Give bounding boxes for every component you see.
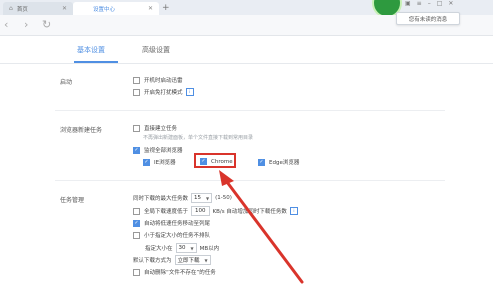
back-icon[interactable]: ‹ [4, 18, 8, 31]
option-label: 监视全部浏览器 [144, 148, 183, 154]
tab-home[interactable]: ⌂ 首页 ✕ [3, 2, 73, 15]
message-tooltip: 您有未读的消息 [396, 12, 460, 25]
checkbox[interactable]: ✓ [133, 219, 140, 227]
size-select[interactable]: 30 ▼ [175, 243, 197, 253]
select-value: 30 [178, 245, 186, 251]
browser-ie-option[interactable]: ✓ IE浏览器 [143, 158, 176, 166]
select-value: 15 [194, 195, 202, 201]
checkbox[interactable] [133, 124, 140, 132]
move-low-speed-option[interactable]: ✓ 自动将低速任务移动至列尾 [133, 219, 210, 227]
max-downloads-row: 同时下载的最大任务数 15 ▼ (1-50) [133, 193, 232, 203]
close-window-icon[interactable]: ✕ [448, 0, 459, 7]
direct-task-hint: 不再弹出新建面板，单个文件直接下载到常用目录 [143, 135, 254, 141]
close-icon[interactable]: ✕ [148, 5, 153, 12]
checkbox[interactable] [133, 207, 140, 215]
option-label: 开机时启动迅雷 [144, 78, 183, 84]
browser-edge-option[interactable]: ✓ Edge浏览器 [258, 158, 299, 166]
auto-delete-option[interactable]: 自动删除“文件不存在”的任务 [133, 268, 216, 276]
size-suffix: MB以内 [199, 246, 220, 252]
message-icon[interactable]: ▣ [405, 0, 417, 7]
select-value: 立即下载 [177, 258, 200, 264]
section-startup-title: 启动 [60, 79, 73, 86]
speed-limit-row[interactable]: 全局下载速度低于 100 KB/s 自动增加同时下载任务数 i [133, 206, 298, 216]
chevron-down-icon: ▼ [204, 257, 208, 263]
startup-option-dnd[interactable]: 开启免打扰模式 i [133, 88, 194, 96]
menu-icon[interactable]: ≡ [417, 0, 428, 7]
close-icon[interactable]: ✕ [62, 5, 67, 12]
option-label: IE浏览器 [154, 160, 176, 166]
monitor-browsers-option[interactable]: ✓ 监视全部浏览器 [133, 146, 183, 154]
checkbox[interactable]: ✓ [143, 158, 150, 166]
info-icon[interactable]: i [289, 207, 298, 215]
new-tab-icon[interactable]: + [162, 3, 170, 13]
refresh-icon[interactable]: ↻ [42, 18, 51, 31]
chevron-down-icon: ▼ [190, 245, 194, 251]
checkbox[interactable]: ✓ [133, 146, 140, 154]
option-label: 开启免打扰模式 [144, 90, 183, 96]
window-controls: ▣≡–□✕ [405, 0, 459, 7]
startup-option-autostart[interactable]: 开机时启动迅雷 [133, 76, 183, 84]
checkbox[interactable] [133, 268, 140, 276]
max-downloads-range: (1-50) [215, 195, 232, 201]
chrome-highlight-box [194, 153, 236, 168]
maximize-icon[interactable]: □ [437, 0, 449, 7]
option-label: 直接建立任务 [144, 126, 178, 132]
tab-settings-center[interactable]: 设置中心 ✕ [73, 2, 159, 15]
tab-settings-label: 设置中心 [93, 6, 116, 13]
section-task-mgmt-title: 任务管理 [60, 197, 85, 204]
chevron-down-icon: ▼ [206, 195, 210, 201]
option-label: 自动将低速任务移动至列尾 [144, 221, 211, 227]
size-limit-row: 指定大小在 30 ▼ MB以内 [145, 243, 219, 253]
tab-advanced-settings[interactable]: 高级设置 [142, 45, 170, 55]
checkbox[interactable]: ✓ [258, 158, 265, 166]
option-label: 小于指定大小的任务不排队 [144, 233, 211, 239]
checkbox[interactable] [133, 76, 140, 84]
max-downloads-select[interactable]: 15 ▼ [191, 193, 213, 203]
default-mode-label: 默认下载方式为 [133, 258, 172, 264]
direct-task-option[interactable]: 直接建立任务 [133, 124, 177, 132]
tab-basic-settings[interactable]: 基本设置 [77, 45, 105, 55]
default-mode-select[interactable]: 立即下载 ▼ [174, 255, 211, 265]
home-icon: ⌂ [9, 5, 13, 12]
default-mode-row: 默认下载方式为 立即下载 ▼ [133, 255, 214, 265]
section-divider [55, 180, 445, 181]
max-downloads-label: 同时下载的最大任务数 [133, 196, 189, 202]
checkbox[interactable] [133, 88, 140, 96]
minimize-icon[interactable]: – [428, 0, 437, 7]
speed-limit-input[interactable]: 100 [191, 206, 210, 216]
divider [0, 63, 493, 64]
size-prefix: 指定大小在 [145, 246, 173, 252]
section-divider [55, 110, 445, 111]
section-new-task-title: 浏览器新建任务 [60, 127, 103, 134]
checkbox[interactable] [133, 231, 140, 239]
speed-limit-suffix: KB/s 自动增加同时下载任务数 [212, 209, 287, 215]
annotation-arrow [219, 170, 304, 284]
info-icon[interactable]: i [185, 88, 194, 96]
speed-limit-prefix: 全局下载速度低于 [144, 209, 189, 215]
forward-icon[interactable]: › [24, 18, 28, 31]
option-label: Edge浏览器 [269, 160, 300, 166]
small-file-option[interactable]: 小于指定大小的任务不排队 [133, 231, 210, 239]
tab-home-label: 首页 [16, 6, 28, 13]
option-label: 自动删除“文件不存在”的任务 [144, 270, 216, 276]
